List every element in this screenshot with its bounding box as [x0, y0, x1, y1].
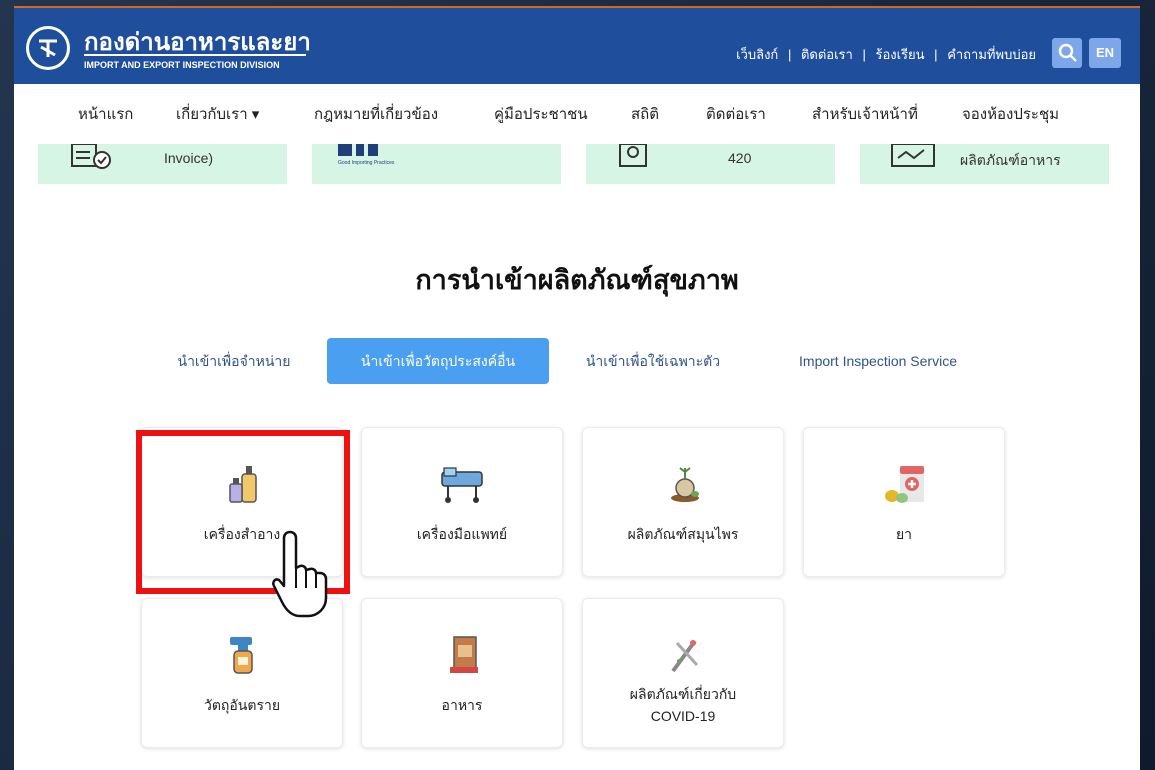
card-label-line1: ผลิตภัณฑ์เกี่ยวกับ [629, 686, 737, 702]
herb-icon [671, 467, 699, 502]
card-label: ผลิตภัณฑ์เกี่ยวกับ COVID-19 [583, 683, 783, 727]
nav-meeting-room[interactable]: จองห้องประชุม [962, 102, 1059, 126]
site-subtitle: IMPORT AND EXPORT INSPECTION DIVISION [84, 60, 280, 70]
invoice-check-icon [71, 144, 111, 169]
language-button[interactable]: EN [1089, 38, 1121, 68]
link-weblinks[interactable]: เว็บลิงก์ [736, 47, 778, 62]
link-contact[interactable]: ติดต่อเรา [801, 47, 853, 62]
nav-contact[interactable]: ติดต่อเรา [706, 102, 766, 126]
medicine-icon [885, 466, 924, 503]
category-card-covid-products[interactable]: ผลิตภัณฑ์เกี่ยวกับ COVID-19 [582, 598, 784, 748]
link-separator: | [787, 47, 792, 62]
svg-text:Good Importing Practices: Good Importing Practices [338, 160, 395, 166]
tab-import-inspection-service[interactable]: Import Inspection Service [778, 338, 978, 384]
link-separator: | [934, 47, 938, 62]
category-card-medical-devices[interactable]: เครื่องมือแพทย์ [361, 427, 563, 577]
nav-statistics[interactable]: สถิติ [631, 102, 659, 126]
card-label: อาหาร [441, 697, 483, 713]
topcard-label: 420 [728, 150, 752, 166]
service-card-420[interactable]: 420 [586, 144, 835, 184]
spray-bottle-icon [230, 637, 253, 674]
logo-divider [84, 54, 306, 56]
food-icon [450, 636, 478, 673]
category-card-hazardous-substances[interactable]: วัตถุอันตราย [141, 598, 343, 748]
card-label: ยา [895, 526, 913, 542]
top-links: เว็บลิงก์ | ติดต่อเรา | ร้องเรียน | คำถา… [736, 44, 1036, 65]
link-faq[interactable]: คำถามที่พบบ่อย [947, 47, 1036, 62]
link-complaint[interactable]: ร้องเรียน [875, 47, 924, 62]
monitor-chart-icon [891, 144, 935, 167]
nav-citizen-manual[interactable]: คู่มือประชาชน [494, 102, 588, 126]
nav-home[interactable]: หน้าแรก [78, 102, 133, 126]
cosmetics-icon [229, 466, 257, 503]
card-label-line2: COVID-19 [650, 708, 716, 724]
covid-test-icon [671, 639, 699, 673]
card-label: เครื่องมือแพทย์ [416, 526, 508, 542]
card-label: วัตถุอันตราย [203, 697, 281, 713]
topcard-label: ผลิตภัณฑ์อาหาร [960, 152, 1061, 168]
logo-emblem-icon[interactable] [26, 26, 70, 70]
search-button[interactable] [1052, 38, 1082, 68]
topcard-label: Invoice) [164, 150, 214, 166]
link-separator: | [862, 47, 866, 62]
tab-import-personal-use[interactable]: นำเข้าเพื่อใช้เฉพาะตัว [574, 338, 732, 384]
nav-laws[interactable]: กฎหมายที่เกี่ยวข้อง [314, 102, 438, 126]
service-card-food-products[interactable]: ผลิตภัณฑ์อาหาร [860, 144, 1109, 184]
category-card-medicine[interactable]: ยา [803, 427, 1005, 577]
service-card-invoice[interactable]: Invoice) [38, 144, 287, 184]
search-icon [1058, 43, 1077, 62]
nav-about[interactable]: เกี่ยวกับเรา ▾ [176, 102, 259, 126]
site-header: กองด่านอาหารและยา IMPORT AND EXPORT INSP… [14, 6, 1140, 84]
browser-page: กองด่านอาหารและยา IMPORT AND EXPORT INSP… [14, 6, 1140, 770]
card-label: ผลิตภัณฑ์สมุนไพร [627, 526, 739, 542]
medical-bed-icon [441, 467, 483, 503]
section-title: การนำเข้าผลิตภัณฑ์สุขภาพ [415, 265, 739, 295]
main-nav: หน้าแรก เกี่ยวกับเรา ▾ กฎหมายที่เกี่ยวข้… [14, 84, 1140, 138]
service-card-gip[interactable]: Good Importing Practices [312, 144, 561, 184]
nav-staff[interactable]: สำหรับเจ้าหน้าที่ [812, 102, 918, 126]
tab-import-other-purpose[interactable]: นำเข้าเพื่อวัตถุประสงค์อื่น [327, 338, 549, 384]
document-icon [619, 144, 647, 167]
tab-import-for-sale[interactable]: นำเข้าเพื่อจำหน่าย [159, 338, 309, 384]
gip-logo-icon: Good Importing Practices [338, 144, 395, 166]
category-card-food[interactable]: อาหาร [361, 598, 563, 748]
hand-pointer-icon [272, 530, 328, 618]
category-card-herbal-products[interactable]: ผลิตภัณฑ์สมุนไพร [582, 427, 784, 577]
